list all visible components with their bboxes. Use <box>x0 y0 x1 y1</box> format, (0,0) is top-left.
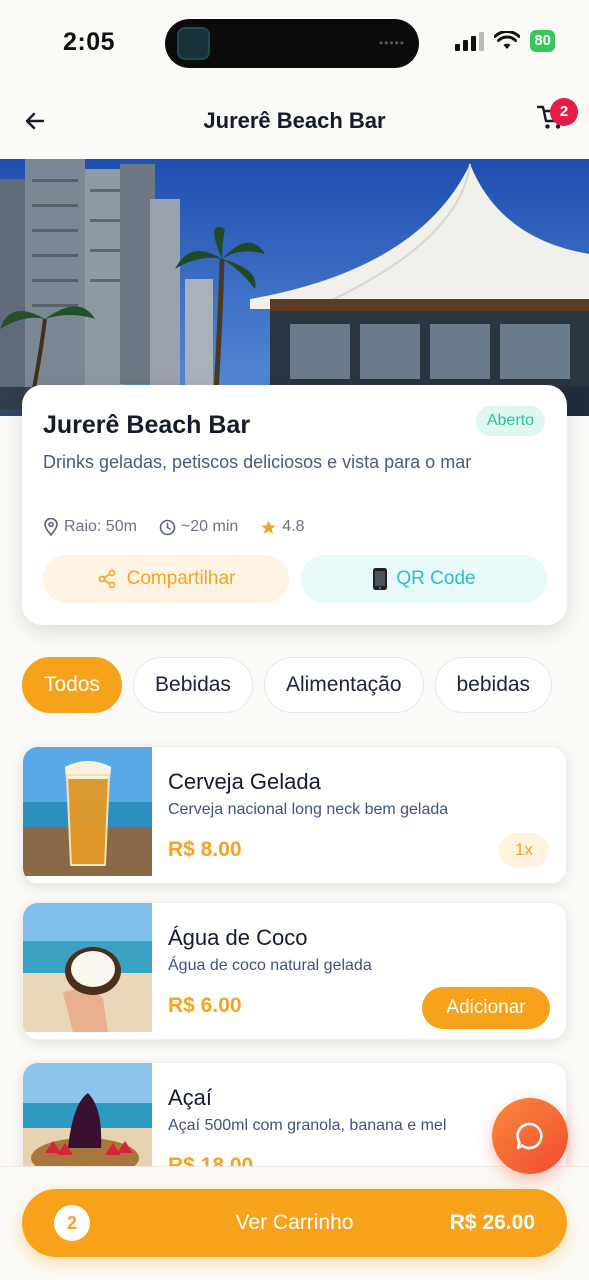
time-info: ~20 min <box>159 518 238 536</box>
share-label: Compartilhar <box>126 568 236 589</box>
signal-icon <box>455 31 485 51</box>
product-name: Cerveja Gelada <box>168 769 321 794</box>
location-pin-icon <box>44 518 58 536</box>
chat-button[interactable] <box>492 1098 568 1174</box>
product-price: R$ 6.00 <box>168 994 242 1017</box>
product-image <box>23 747 152 876</box>
camera-icon <box>177 27 210 60</box>
product-description: Açaí 500ml com granola, banana e mel <box>168 1117 447 1134</box>
category-tabs: Todos Bebidas Alimentação bebidas <box>22 657 553 713</box>
wifi-icon <box>494 31 521 49</box>
tab-bebidas[interactable]: Bebidas <box>133 657 253 713</box>
rating-text: 4.8 <box>282 518 305 535</box>
product-image <box>23 903 152 1032</box>
cart-count-badge: 2 <box>550 98 578 126</box>
product-name: Açaí <box>168 1085 213 1110</box>
tab-bebidas-lower[interactable]: bebidas <box>434 657 553 713</box>
status-bar: 2:05 ••••• 80 <box>0 0 589 86</box>
qr-code-button[interactable]: QR Code <box>301 555 547 603</box>
cart-total: R$ 26.00 <box>449 1211 535 1234</box>
page-title: Jurerê Beach Bar <box>203 108 386 133</box>
chat-bubble-icon <box>516 1122 543 1150</box>
status-badge: Aberto <box>475 406 545 436</box>
radius-text: Raio: 50m <box>64 518 137 535</box>
beach-bar-photo <box>0 159 589 416</box>
venue-info-card: Jurerê Beach Bar Aberto Drinks geladas, … <box>22 385 567 625</box>
venue-name: Jurerê Beach Bar <box>43 411 251 439</box>
time-text: ~20 min <box>180 518 239 535</box>
share-icon <box>98 569 116 589</box>
product-card[interactable]: Cerveja Gelada Cerveja nacional long nec… <box>22 746 567 884</box>
star-icon <box>261 519 276 534</box>
app-header: Jurerê Beach Bar <box>0 86 589 158</box>
venue-meta: Raio: 50m ~20 min 4.8 <box>43 518 305 536</box>
venue-description: Drinks geladas, petiscos deliciosos e vi… <box>43 452 472 472</box>
product-description: Água de coco natural gelada <box>168 957 372 974</box>
status-indicators: 80 <box>455 30 555 52</box>
product-description: Cerveja nacional long neck bem gelada <box>168 801 449 818</box>
rating-info: 4.8 <box>260 518 305 536</box>
tab-alimentacao[interactable]: Alimentação <box>263 657 424 713</box>
product-card[interactable]: Água de Coco Água de coco natural gelada… <box>22 902 567 1040</box>
product-name: Água de Coco <box>168 925 308 950</box>
view-cart-button[interactable]: 2 Ver Carrinho R$ 26.00 <box>22 1189 567 1257</box>
add-to-cart-button[interactable]: Adicionar <box>422 987 550 1029</box>
quantity-badge[interactable]: 1x <box>499 833 549 867</box>
dynamic-island: ••••• <box>165 19 419 68</box>
hero-image <box>0 159 589 416</box>
island-dots: ••••• <box>378 36 405 50</box>
phone-icon <box>373 568 388 590</box>
product-price: R$ 8.00 <box>168 838 242 861</box>
tab-todos[interactable]: Todos <box>22 657 123 713</box>
radius-info: Raio: 50m <box>43 518 137 536</box>
clock-icon <box>159 519 176 535</box>
battery-icon: 80 <box>530 30 555 52</box>
status-time: 2:05 <box>63 28 116 56</box>
share-button[interactable]: Compartilhar <box>43 555 289 603</box>
qr-label: QR Code <box>396 568 476 589</box>
